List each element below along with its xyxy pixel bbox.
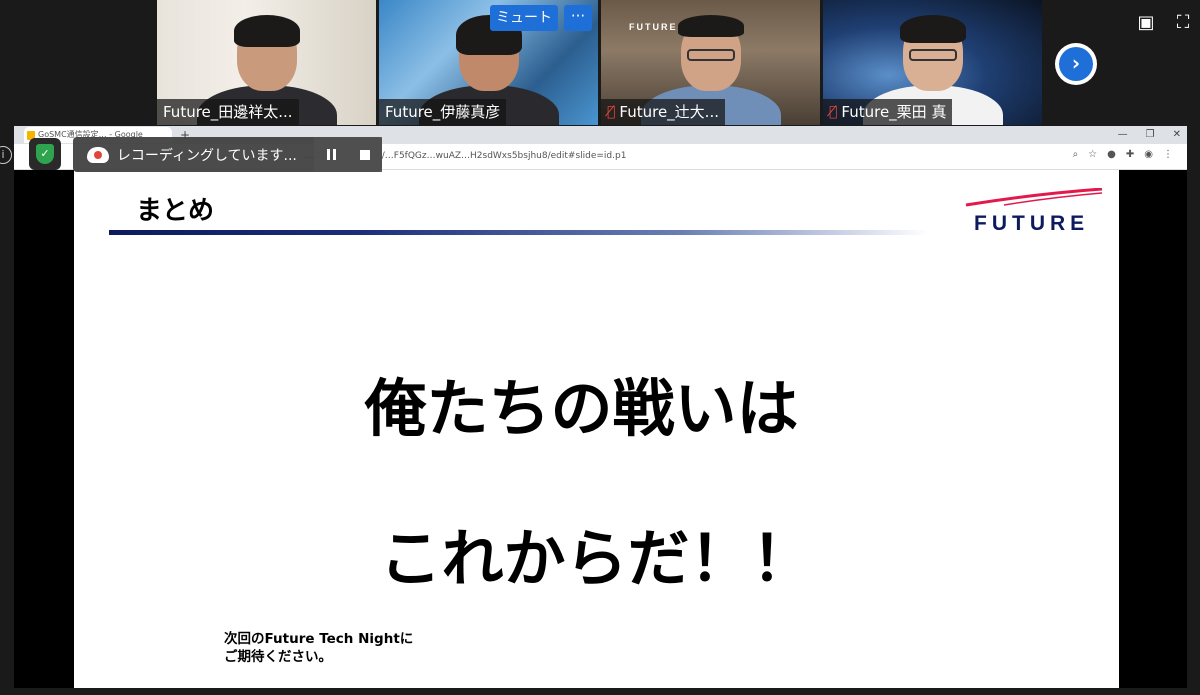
- company-logo: FUTURE: [974, 212, 1090, 235]
- info-icon[interactable]: i: [0, 146, 12, 164]
- slide-headline-line-2: これからだ！！: [379, 522, 814, 595]
- maximize-icon[interactable]: ❐: [1146, 126, 1155, 144]
- puzzle-icon[interactable]: ✚: [1126, 149, 1134, 160]
- profile-icon[interactable]: ◉: [1144, 149, 1153, 160]
- footnote-line: ご期待ください。: [224, 649, 332, 665]
- pause-icon: [326, 149, 330, 160]
- mic-off-icon: 🎙̸: [829, 104, 838, 120]
- zoom-meeting-window: Future_田邊祥太... ミュート ··· Future_伊藤真彦 FUTU…: [0, 0, 1200, 695]
- stop-icon: [360, 149, 371, 160]
- next-page-button[interactable]: ›: [1055, 43, 1097, 85]
- letterbox-left: [14, 170, 74, 688]
- slide-footnote: 次回のFuture Tech Nightに ご期待ください。: [224, 630, 413, 666]
- slide-title: まとめ: [136, 196, 215, 226]
- close-icon[interactable]: ✕: [1173, 126, 1181, 144]
- extension-icon[interactable]: ●: [1107, 149, 1116, 160]
- slide-headline-line-1: 俺たちの戦いは: [364, 372, 799, 445]
- minimize-icon[interactable]: —: [1118, 126, 1128, 144]
- participant-tile[interactable]: 🎙̸ Future_栗田 真: [823, 0, 1042, 125]
- view-icon[interactable]: ▣: [1135, 12, 1157, 34]
- stop-recording-button[interactable]: [348, 137, 382, 172]
- participant-name: Future_田邊祥太...: [157, 99, 299, 125]
- mic-off-icon: 🎙̸: [607, 104, 616, 120]
- recording-label: レコーディングしています...: [116, 147, 297, 164]
- recording-indicator: レコーディングしています...: [73, 137, 382, 172]
- zoom-icon[interactable]: ⌕: [1073, 149, 1079, 160]
- presentation-slide: まとめ FUTURE 俺たちの戦いは これからだ！！ 次回のFuture Tec…: [74, 170, 1119, 687]
- next-page-icon: ›: [1059, 47, 1093, 81]
- participant-name: 🎙̸ Future_辻大...: [601, 99, 725, 125]
- window-controls: — ❐ ✕: [1118, 126, 1181, 144]
- shield-icon: ✓: [36, 144, 54, 164]
- cloud-record-icon: [87, 146, 109, 163]
- bookmark-star-icon[interactable]: ☆: [1088, 149, 1097, 160]
- footnote-line: 次回のFuture Tech Nightに: [224, 631, 414, 647]
- participant-tile[interactable]: FUTURE 🎙̸ Future_辻大...: [601, 0, 820, 125]
- fullscreen-icon[interactable]: ⛶: [1172, 12, 1194, 34]
- letterbox-right: [1119, 170, 1187, 688]
- title-underline: [109, 230, 929, 235]
- mute-button[interactable]: ミュート: [490, 5, 558, 31]
- security-button[interactable]: ✓: [29, 138, 61, 170]
- participant-name: Future_伊藤真彦: [379, 99, 507, 125]
- address-bar-icons: ⌕ ☆ ● ✚ ◉ ⋮: [1073, 149, 1173, 160]
- pause-recording-button[interactable]: [314, 137, 349, 172]
- more-options-button[interactable]: ···: [564, 5, 592, 31]
- participant-name: 🎙̸ Future_栗田 真: [823, 99, 953, 125]
- participant-strip: Future_田邊祥太... ミュート ··· Future_伊藤真彦 FUTU…: [157, 0, 1042, 125]
- menu-icon[interactable]: ⋮: [1163, 149, 1173, 160]
- participant-tile[interactable]: Future_田邊祥太...: [157, 0, 376, 125]
- participant-tile-active[interactable]: ミュート ··· Future_伊藤真彦: [379, 0, 598, 125]
- logo-swoosh: [965, 188, 1103, 207]
